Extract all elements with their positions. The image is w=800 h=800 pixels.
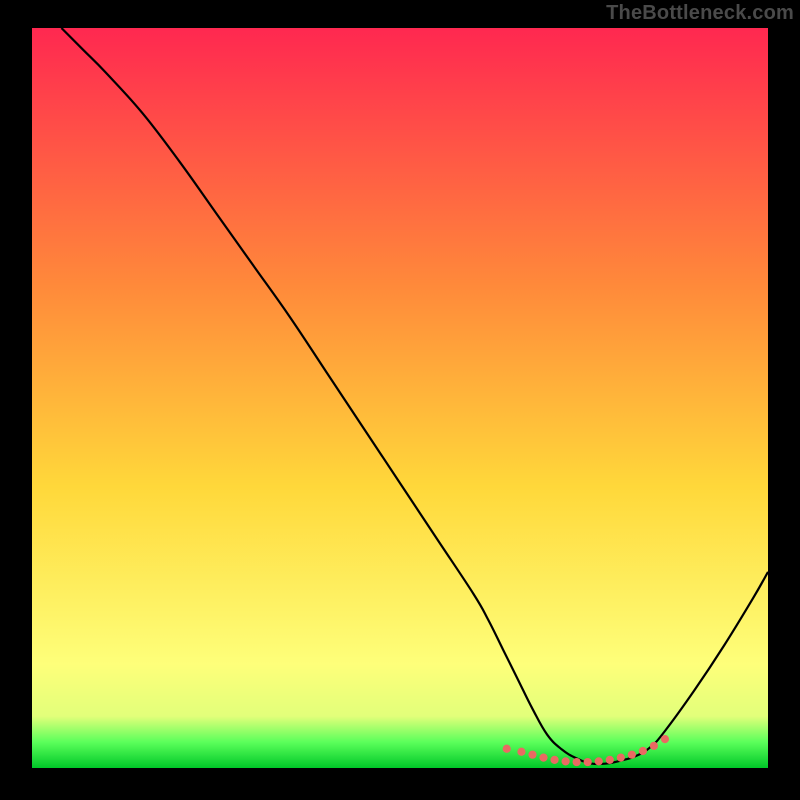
valley-dot bbox=[628, 751, 636, 759]
valley-dot bbox=[661, 735, 669, 743]
valley-dot bbox=[584, 758, 592, 766]
valley-dot bbox=[539, 754, 547, 762]
valley-dot bbox=[528, 751, 536, 759]
valley-dot bbox=[639, 747, 647, 755]
valley-dot bbox=[606, 756, 614, 764]
plot-area bbox=[32, 28, 768, 768]
chart-frame: TheBottleneck.com bbox=[0, 0, 800, 800]
valley-dot bbox=[650, 742, 658, 750]
valley-dot bbox=[550, 756, 558, 764]
valley-dot bbox=[562, 757, 570, 765]
watermark-text: TheBottleneck.com bbox=[606, 2, 794, 25]
valley-dot bbox=[503, 745, 511, 753]
valley-dot bbox=[595, 757, 603, 765]
gradient-background bbox=[32, 28, 768, 768]
valley-dot bbox=[617, 754, 625, 762]
valley-dot bbox=[517, 748, 525, 756]
valley-dot bbox=[573, 758, 581, 766]
bottleneck-chart bbox=[32, 28, 768, 768]
